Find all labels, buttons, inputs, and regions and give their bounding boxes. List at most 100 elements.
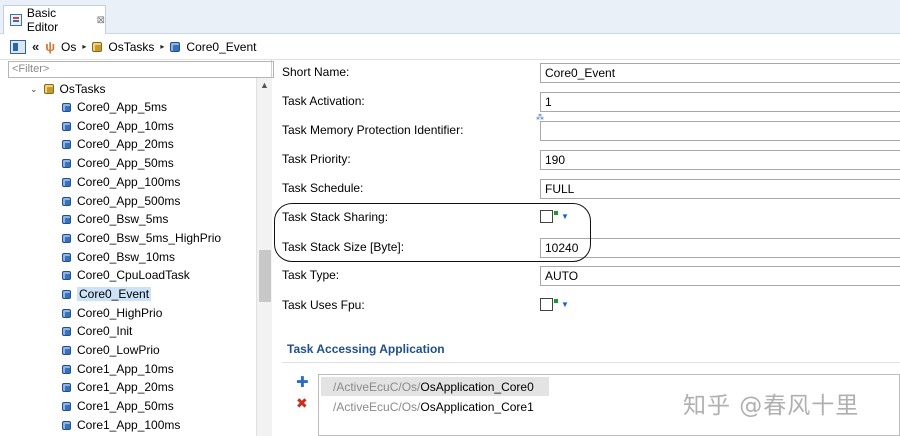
- tree-item[interactable]: Core1_App_50ms: [62, 397, 174, 415]
- tree-item-label: Core1_App_20ms: [77, 380, 174, 394]
- tree-node-ostasks[interactable]: ⌄ OsTasks: [30, 80, 106, 98]
- breadcrumb-arrow-icon[interactable]: ▸: [160, 42, 164, 51]
- remove-icon[interactable]: ✖: [296, 396, 312, 410]
- tree-item[interactable]: Core0_HighPrio: [62, 304, 162, 322]
- task-activation-field[interactable]: 1: [540, 92, 900, 112]
- close-icon[interactable]: ⊠: [97, 15, 105, 26]
- tree-item[interactable]: Core0_CpuLoadTask: [62, 266, 190, 284]
- task-icon: [62, 252, 71, 262]
- task-icon: [62, 420, 71, 430]
- form-row-task-activation: Task Activation: 1: [276, 90, 900, 114]
- tree-item[interactable]: Core0_App_100ms: [62, 173, 180, 191]
- task-icon: [62, 196, 71, 206]
- app-name: OsApplication_Core1: [420, 399, 534, 414]
- scroll-thumb[interactable]: [259, 250, 271, 302]
- task-icon: [62, 401, 71, 411]
- tree-scrollbar[interactable]: ▲: [256, 78, 272, 436]
- app-name: OsApplication_Core0: [420, 379, 534, 394]
- section-title: Task Accessing Application: [287, 342, 445, 356]
- tab-label: Basic Editor: [26, 6, 59, 34]
- task-icon: [62, 214, 71, 224]
- tree-item-label: Core1_App_50ms: [77, 399, 174, 413]
- task-priority-label: Task Priority:: [282, 152, 351, 166]
- task-stack-size-field[interactable]: 10240: [540, 238, 900, 258]
- short-name-field[interactable]: Core0_Event: [540, 63, 900, 83]
- task-type-field[interactable]: AUTO: [540, 266, 900, 286]
- tree-item[interactable]: Core1_App_10ms: [62, 360, 174, 378]
- tree-item[interactable]: Core0_App_500ms: [62, 192, 180, 210]
- task-icon: [62, 382, 71, 392]
- back-icon[interactable]: «: [32, 39, 39, 54]
- breadcrumb-item-ostasks[interactable]: OsTasks: [108, 40, 154, 54]
- os-module-icon: ψ: [45, 39, 56, 54]
- app-list-toolbar: ✚ ✖: [296, 375, 312, 410]
- task-uses-fpu-checkbox[interactable]: [540, 298, 553, 311]
- task-icon: [62, 102, 71, 112]
- dropdown-arrow-icon[interactable]: ▼: [561, 300, 569, 309]
- tree-item-label: Core0_App_500ms: [77, 194, 181, 208]
- tree-item[interactable]: Core0_Bsw_5ms_HighPrio: [62, 229, 221, 247]
- tree-item[interactable]: Core0_App_50ms: [62, 154, 174, 172]
- list-item[interactable]: /ActiveEcuC/Os/OsApplication_Core1: [321, 397, 534, 416]
- form-row-task-uses-fpu: Task Uses Fpu: ▼: [276, 294, 900, 318]
- tree-item-label: Core1_App_10ms: [77, 362, 174, 376]
- tree-item-label: Core0_Bsw_10ms: [77, 250, 176, 264]
- task-mpi-field[interactable]: [540, 121, 900, 141]
- tree-item[interactable]: Core0_Bsw_10ms: [62, 248, 175, 266]
- form-row-task-stack-size: Task Stack Size [Byte]: 10240: [276, 236, 900, 260]
- tree-item[interactable]: Core0_App_10ms: [62, 117, 174, 135]
- short-name-label: Short Name:: [282, 65, 350, 79]
- tree-item-selected[interactable]: Core0_Event: [62, 285, 152, 303]
- tree-item[interactable]: Core0_Bsw_5ms: [62, 210, 168, 228]
- tree-item[interactable]: Core1_App_20ms: [62, 378, 174, 396]
- tree-item-label: Core0_Event: [77, 287, 152, 301]
- editor-tab-strip: Basic Editor ⊠: [0, 0, 900, 34]
- task-icon: [62, 121, 71, 131]
- tree-item[interactable]: Core0_LowPrio: [62, 341, 160, 359]
- tree-item[interactable]: Core0_Init: [62, 322, 132, 340]
- form-row-task-priority: Task Priority: 190: [276, 148, 900, 172]
- tree-item[interactable]: Core0_App_20ms: [62, 135, 174, 153]
- tree-item-label: Core0_App_100ms: [77, 175, 181, 189]
- task-icon: [62, 158, 71, 168]
- add-icon[interactable]: ✚: [296, 375, 312, 390]
- watermark: 知乎 @春风十里: [683, 393, 860, 419]
- filter-input[interactable]: <Filter>: [8, 61, 274, 78]
- task-priority-field[interactable]: 190: [540, 150, 900, 170]
- dropdown-arrow-icon[interactable]: ▼: [561, 212, 569, 221]
- list-item[interactable]: /ActiveEcuC/Os/OsApplication_Core0: [321, 377, 549, 396]
- form-row-task-type: Task Type: AUTO: [276, 264, 900, 288]
- task-icon: [62, 308, 71, 318]
- tree-item[interactable]: Core0_App_5ms: [62, 98, 167, 116]
- tree-item-label: Core0_App_10ms: [77, 119, 174, 133]
- task-stack-size-label: Task Stack Size [Byte]:: [282, 240, 405, 254]
- tree-item-label: Core0_HighPrio: [77, 306, 163, 320]
- default-value-icon: [554, 210, 558, 215]
- tree-item[interactable]: Core1_App_100ms: [62, 416, 180, 434]
- chevron-down-icon[interactable]: ⌄: [30, 84, 38, 95]
- task-icon: [62, 289, 71, 299]
- breadcrumb-arrow-icon[interactable]: ▸: [82, 42, 86, 51]
- task-icon: [62, 177, 71, 187]
- tree-item-label: Core0_LowPrio: [77, 343, 160, 357]
- task-icon: [62, 364, 71, 374]
- task-schedule-field[interactable]: FULL: [540, 179, 900, 199]
- layout-toggle-icon[interactable]: [10, 39, 26, 54]
- default-value-icon: [554, 298, 558, 303]
- task-icon: [170, 41, 181, 52]
- editor-icon: [10, 14, 22, 26]
- tree-item-label: Core0_App_20ms: [77, 137, 174, 151]
- tree-item-label: Core1_App_100ms: [77, 418, 181, 432]
- task-stack-sharing-checkbox[interactable]: [540, 210, 553, 223]
- task-stack-sharing-label: Task Stack Sharing:: [282, 210, 389, 224]
- tab-basic-editor[interactable]: Basic Editor ⊠: [3, 5, 106, 34]
- scroll-up-icon[interactable]: ▲: [260, 80, 269, 90]
- task-mpi-label: Task Memory Protection Identifier:: [282, 123, 464, 137]
- task-uses-fpu-label: Task Uses Fpu:: [282, 298, 365, 312]
- task-stack-sharing-control: ▼: [540, 210, 569, 223]
- app-path: /ActiveEcuC/Os/: [333, 399, 421, 414]
- breadcrumb-item-current[interactable]: Core0_Event: [186, 40, 256, 54]
- task-schedule-label: Task Schedule:: [282, 181, 364, 195]
- breadcrumb-item-os[interactable]: Os: [61, 40, 76, 54]
- form-row-task-stack-sharing: Task Stack Sharing: ▼: [276, 206, 900, 230]
